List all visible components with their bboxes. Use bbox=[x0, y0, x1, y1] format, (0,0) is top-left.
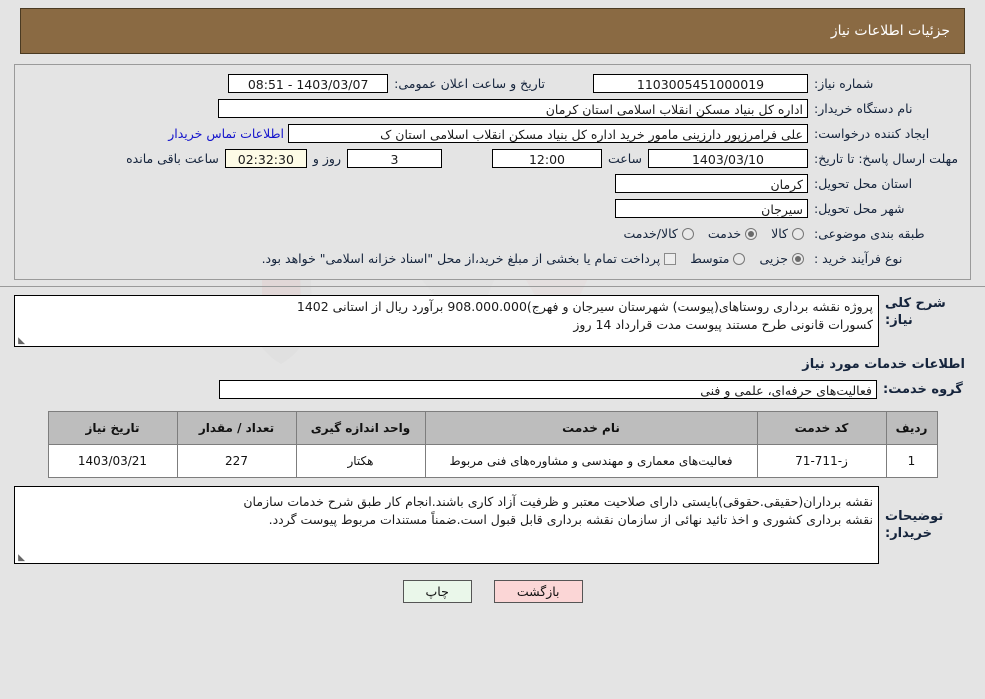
city-input[interactable]: سیرجان bbox=[615, 199, 808, 218]
col-qty: تعداد / مقدار bbox=[176, 411, 297, 445]
need-info-panel: شماره نیاز: 1103005451000019 تاریخ و ساع… bbox=[14, 64, 971, 280]
radio-category-kala-khedmat[interactable] bbox=[681, 227, 694, 240]
city-row: شهر محل تحویل: سیرجان bbox=[21, 198, 964, 219]
category-label: طبقه بندی موضوعی: bbox=[814, 226, 925, 241]
buyer-notes-row: توضیحات خریدار: نقشه برداران(حقیقی.حقوقی… bbox=[14, 486, 973, 564]
buyer-org-input[interactable]: اداره کل بنیاد مسکن انقلاب اسلامی استان … bbox=[218, 99, 808, 118]
radio-category-kala[interactable] bbox=[792, 227, 804, 240]
buyer-notes-textarea[interactable]: نقشه برداران(حقیقی.حقوقی)بایستی دارای صل… bbox=[14, 486, 879, 564]
col-name: نام خدمت bbox=[424, 411, 758, 445]
cell-date: 1403/03/21 bbox=[47, 444, 178, 478]
cell-radif: 1 bbox=[885, 444, 938, 478]
process-row: نوع فرآیند خرید : جزیی متوسط پرداخت تمام… bbox=[21, 248, 964, 269]
creator-row: ایجاد کننده درخواست: علی فرامرزپور دارزی… bbox=[21, 123, 964, 144]
resize-grip-icon[interactable]: ◣ bbox=[17, 337, 25, 346]
radio-category-khedmat[interactable] bbox=[745, 227, 758, 240]
cell-code: ز-711-71 bbox=[756, 444, 887, 478]
description-line-2: کسورات قانونی طرح مستند پیوست مدت قراردا… bbox=[573, 317, 873, 332]
process-label: نوع فرآیند خرید : bbox=[814, 251, 903, 266]
buyer-notes-line-2: نقشه برداری کشوری و اخذ تائید نهائی از س… bbox=[268, 512, 873, 527]
need-number-input[interactable]: 1103005451000019 bbox=[593, 74, 808, 93]
cell-unit: هکتار bbox=[295, 444, 426, 478]
hour-label: ساعت bbox=[607, 151, 642, 166]
col-code: کد خدمت bbox=[756, 411, 887, 445]
deadline-label: مهلت ارسال پاسخ: تا تاریخ: bbox=[814, 150, 959, 166]
radio-label-jozei: جزیی bbox=[759, 251, 788, 266]
description-textarea[interactable]: پروژه نقشه برداری روستاهای(پیوست) شهرستا… bbox=[14, 295, 879, 347]
radio-label-motavaset: متوسط bbox=[690, 251, 730, 266]
radio-process-motavaset[interactable] bbox=[733, 252, 746, 265]
resize-grip-icon-notes[interactable]: ◣ bbox=[17, 554, 25, 563]
days-label: روز و bbox=[312, 151, 341, 166]
deadline-row: مهلت ارسال پاسخ: تا تاریخ: 1403/03/10 سا… bbox=[21, 148, 964, 169]
buyer-org-label: نام دستگاه خریدار: bbox=[814, 101, 913, 116]
buyer-notes-label: توضیحات خریدار: bbox=[885, 509, 944, 541]
action-buttons: بازگشت چاپ bbox=[0, 580, 985, 603]
description-row: شرح کلی نیاز: پروژه نقشه برداری روستاهای… bbox=[14, 295, 973, 347]
need-number-row: شماره نیاز: 1103005451000019 تاریخ و ساع… bbox=[21, 73, 964, 94]
remaining-days-input[interactable]: 3 bbox=[346, 149, 442, 168]
remaining-hours-label: ساعت باقی مانده bbox=[126, 151, 219, 166]
category-row: طبقه بندی موضوعی: کالا خدمت کالا/خدمت bbox=[21, 223, 964, 244]
city-label: شهر محل تحویل: bbox=[814, 201, 905, 216]
need-number-label: شماره نیاز: bbox=[814, 76, 874, 91]
radio-process-jozei[interactable] bbox=[792, 252, 804, 265]
announce-datetime-input[interactable]: 1403/03/07 - 08:51 bbox=[228, 74, 389, 93]
services-table: ردیف کد خدمت نام خدمت واحد اندازه گیری ت… bbox=[47, 411, 938, 478]
buyer-org-row: نام دستگاه خریدار: اداره کل بنیاد مسکن ا… bbox=[21, 98, 964, 119]
checkbox-islamic-treasury[interactable] bbox=[664, 252, 677, 265]
page-root: جزئیات اطلاعات نیاز شماره نیاز: 11030054… bbox=[0, 8, 985, 603]
section-divider bbox=[0, 286, 985, 287]
cell-name: فعالیت‌های معماری و مهندسی و مشاوره‌های … bbox=[424, 444, 758, 478]
back-button[interactable]: بازگشت bbox=[493, 580, 583, 603]
radio-label-khedmat: خدمت bbox=[707, 226, 742, 241]
radio-label-kala-khedmat: کالا/خدمت bbox=[623, 226, 678, 241]
countdown-timer: 02:32:30 bbox=[224, 149, 307, 168]
creator-label: ایجاد کننده درخواست: bbox=[814, 126, 930, 141]
services-section-title: اطلاعات خدمات مورد نیاز bbox=[802, 357, 965, 372]
radio-label-kala: کالا bbox=[771, 226, 788, 241]
province-input[interactable]: کرمان bbox=[615, 174, 808, 193]
deadline-hour-input[interactable]: 12:00 bbox=[491, 149, 602, 168]
service-group-row: گروه خدمت: فعالیت‌های حرفه‌ای، علمی و فن… bbox=[14, 380, 971, 399]
deadline-date-input[interactable]: 1403/03/10 bbox=[648, 149, 808, 168]
table-header-row: ردیف کد خدمت نام خدمت واحد اندازه گیری ت… bbox=[47, 411, 938, 445]
page-title: جزئیات اطلاعات نیاز bbox=[830, 23, 950, 39]
description-line-1: پروژه نقشه برداری روستاهای(پیوست) شهرستا… bbox=[296, 299, 873, 314]
announce-label: تاریخ و ساعت اعلان عمومی: bbox=[394, 76, 545, 91]
payment-note-label: پرداخت تمام یا بخشی از مبلغ خرید،از محل … bbox=[261, 251, 661, 266]
description-label: شرح کلی نیاز: bbox=[885, 296, 946, 328]
province-row: استان محل تحویل: کرمان bbox=[21, 173, 964, 194]
service-group-input[interactable]: فعالیت‌های حرفه‌ای، علمی و فنی bbox=[219, 380, 877, 399]
table-row: 1 ز-711-71 فعالیت‌های معماری و مهندسی و … bbox=[47, 444, 938, 478]
col-radif: ردیف bbox=[885, 411, 938, 445]
creator-input[interactable]: علی فرامرزپور دارزینی مامور خرید اداره ک… bbox=[288, 124, 808, 143]
buyer-contact-link[interactable]: اطلاعات تماس خریدار bbox=[164, 126, 288, 141]
page-header: جزئیات اطلاعات نیاز bbox=[20, 8, 965, 54]
buyer-notes-line-1: نقشه برداران(حقیقی.حقوقی)بایستی دارای صل… bbox=[243, 494, 873, 509]
print-button[interactable]: چاپ bbox=[402, 580, 472, 603]
cell-qty: 227 bbox=[176, 444, 297, 478]
province-label: استان محل تحویل: bbox=[814, 176, 913, 191]
col-unit: واحد اندازه گیری bbox=[295, 411, 426, 445]
service-group-label: گروه خدمت: bbox=[883, 382, 963, 397]
col-date: تاریخ نیاز bbox=[47, 411, 178, 445]
